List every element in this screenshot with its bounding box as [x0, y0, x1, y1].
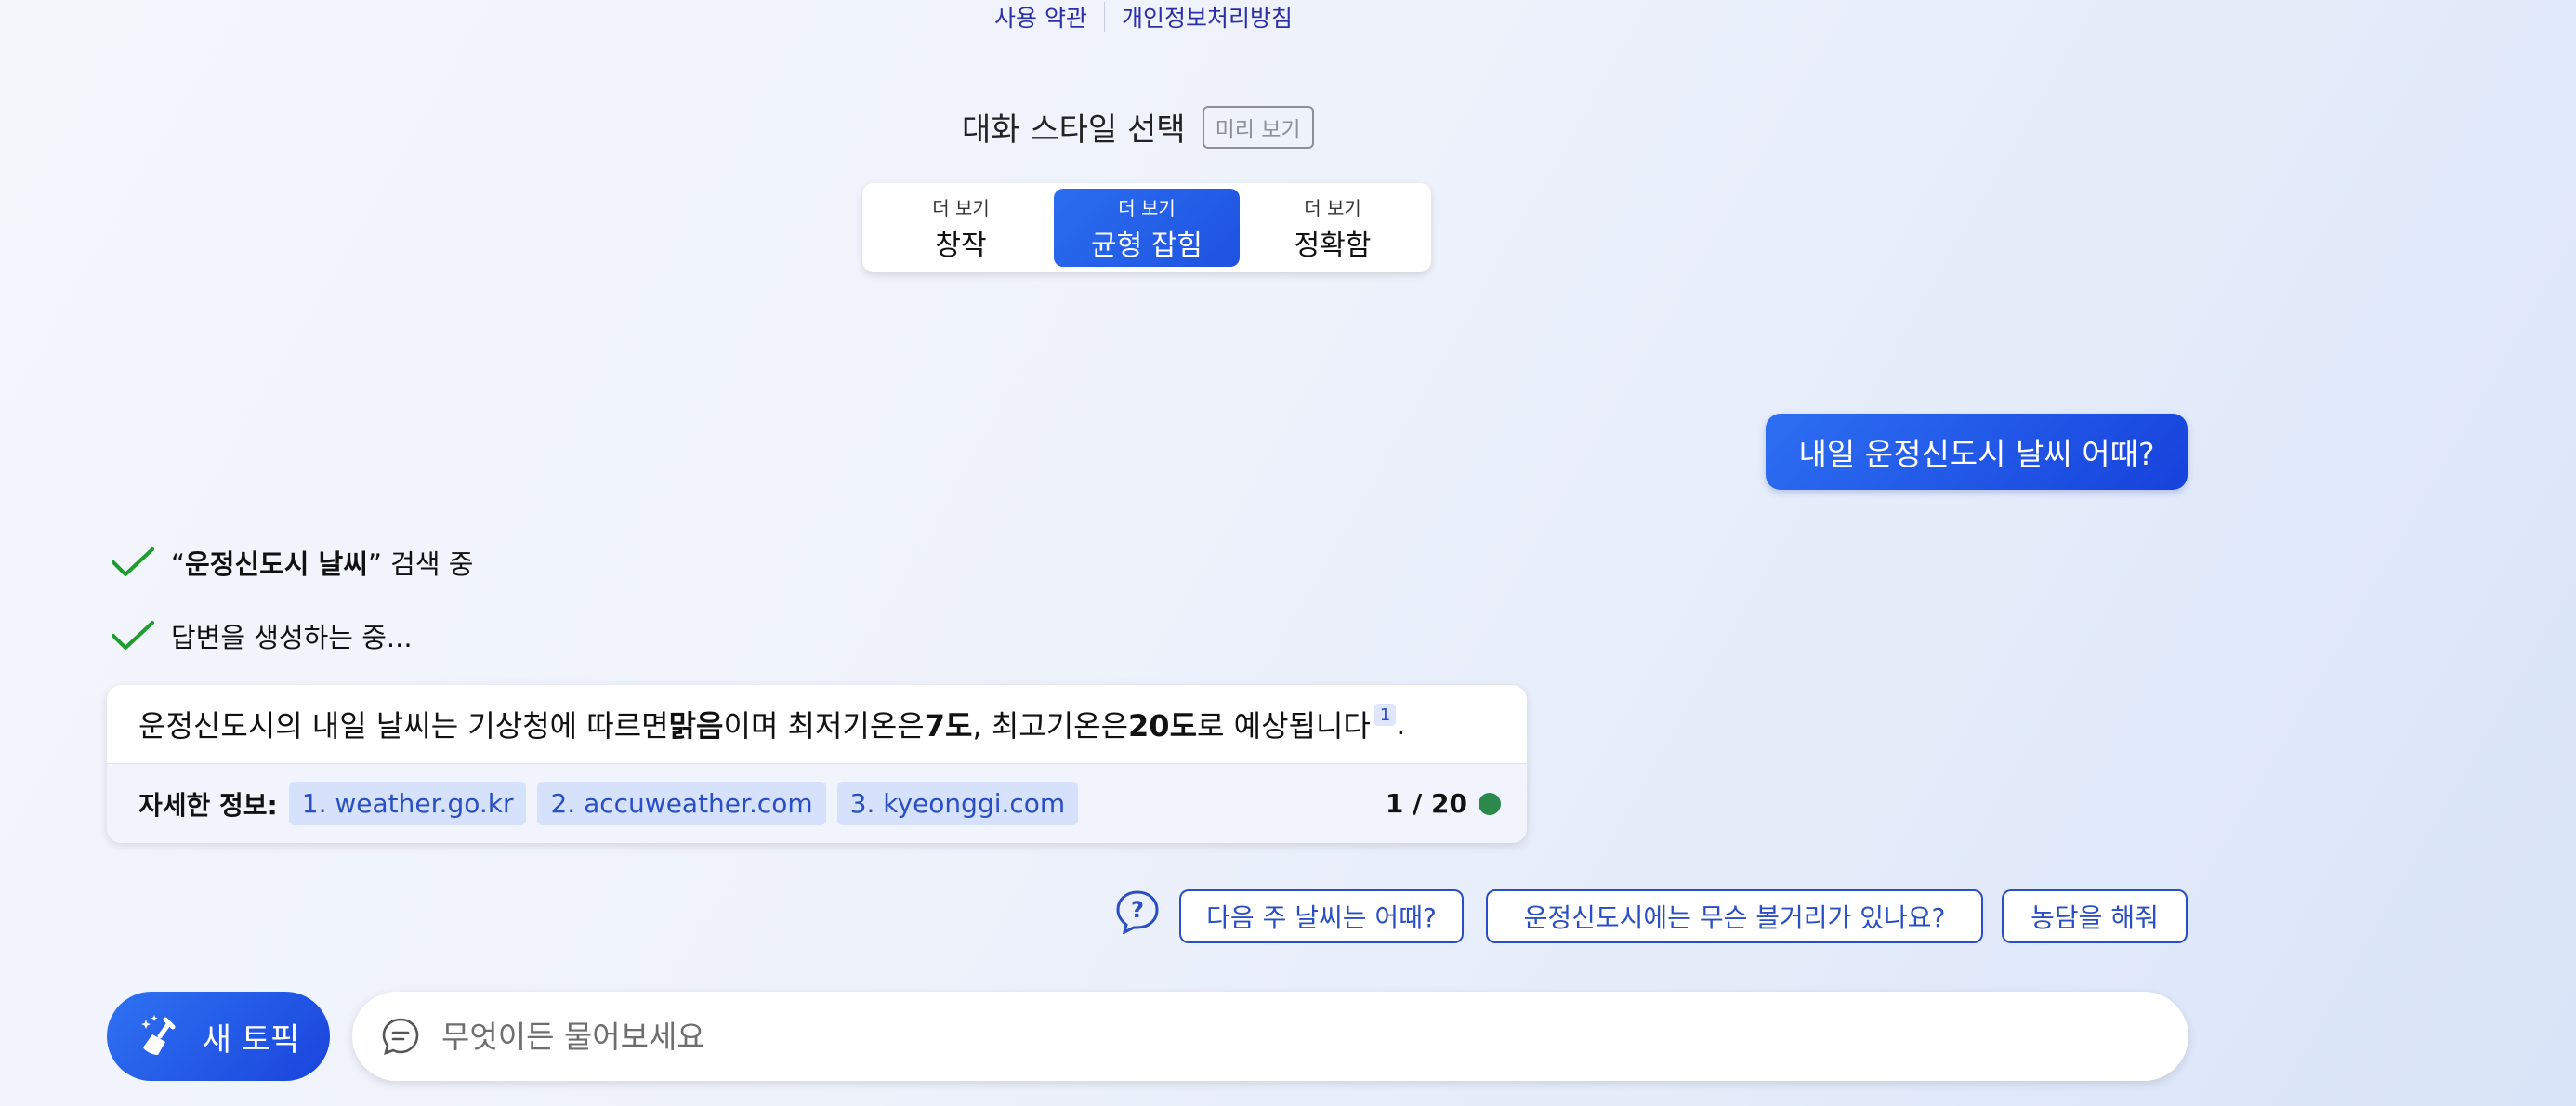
style-picker: 더 보기 창작 더 보기 균형 잡힘 더 보기 정확함 [862, 183, 1431, 272]
answer-card: 운정신도시의 내일 날씨는 기상청에 따르면 맑음 이며 최저기온은 7도, 최고… [107, 685, 1527, 843]
style-option-creative[interactable]: 더 보기 창작 [868, 189, 1054, 267]
style-header: 대화 스타일 선택 미리 보기 [962, 104, 1314, 150]
style-option-more: 더 보기 [1118, 196, 1176, 219]
style-title: 대화 스타일 선택 [962, 112, 1186, 149]
new-topic-label: 새 토픽 [202, 1020, 300, 1059]
style-option-label: 정확함 [1294, 229, 1372, 262]
check-icon [112, 547, 154, 576]
generating-text: 답변을 생성하는 중... [171, 622, 413, 653]
progress-search: “운정신도시 날씨” 검색 중 [110, 543, 473, 582]
answer-sources-bar: 자세한 정보: 1. weather.go.kr 2. accuweather.… [107, 763, 1527, 843]
preview-badge: 미리 보기 [1202, 105, 1314, 149]
user-message-bubble: 내일 운정신도시 날씨 어때? [1766, 414, 2188, 490]
search-progress-text: “운정신도시 날씨” 검색 중 [171, 548, 474, 580]
suggestion-chip[interactable]: 농담을 해줘 [2002, 889, 2188, 943]
source-link[interactable]: 2. accuweather.com [537, 782, 826, 825]
progress-generating: 답변을 생성하는 중... [110, 616, 413, 655]
top-links: 사용 약관 개인정보처리방침 [994, 0, 1293, 33]
suggestion-chip[interactable]: 다음 주 날씨는 어때? [1179, 889, 1464, 943]
broom-sparkle-icon [140, 1015, 176, 1055]
check-icon [112, 621, 154, 650]
chat-input-box[interactable] [352, 992, 2188, 1081]
terms-link[interactable]: 사용 약관 [994, 0, 1087, 33]
citation-marker[interactable]: 1 [1373, 704, 1397, 726]
chat-input[interactable] [440, 1017, 2023, 1056]
link-divider [1103, 2, 1105, 32]
search-query: 운정신도시 날씨 [185, 548, 368, 580]
suggestion-chip[interactable]: 운정신도시에는 무슨 볼거리가 있나요? [1486, 889, 1983, 943]
source-link[interactable]: 3. kyeonggi.com [836, 782, 1079, 825]
style-option-balanced[interactable]: 더 보기 균형 잡힘 [1054, 189, 1240, 267]
style-option-label: 균형 잡힘 [1091, 229, 1203, 262]
chat-lines-icon [382, 1018, 419, 1056]
answer-text: 운정신도시의 내일 날씨는 기상청에 따르면 맑음 이며 최저기온은 7도, 최고… [138, 704, 1406, 744]
svg-text:?: ? [1131, 897, 1144, 923]
turn-counter: 1 / 20 [1385, 788, 1467, 819]
style-option-label: 창작 [935, 229, 987, 262]
privacy-link[interactable]: 개인정보처리방침 [1122, 0, 1293, 33]
sources-label: 자세한 정보: [138, 789, 278, 821]
style-option-more: 더 보기 [1304, 196, 1361, 219]
new-topic-button[interactable]: 새 토픽 [107, 992, 330, 1081]
style-option-precise[interactable]: 더 보기 정확함 [1240, 189, 1426, 267]
question-bubble-icon[interactable]: ? [1115, 889, 1160, 934]
status-dot [1479, 792, 1501, 815]
source-link[interactable]: 1. weather.go.kr [288, 782, 527, 825]
style-option-more: 더 보기 [932, 196, 990, 219]
